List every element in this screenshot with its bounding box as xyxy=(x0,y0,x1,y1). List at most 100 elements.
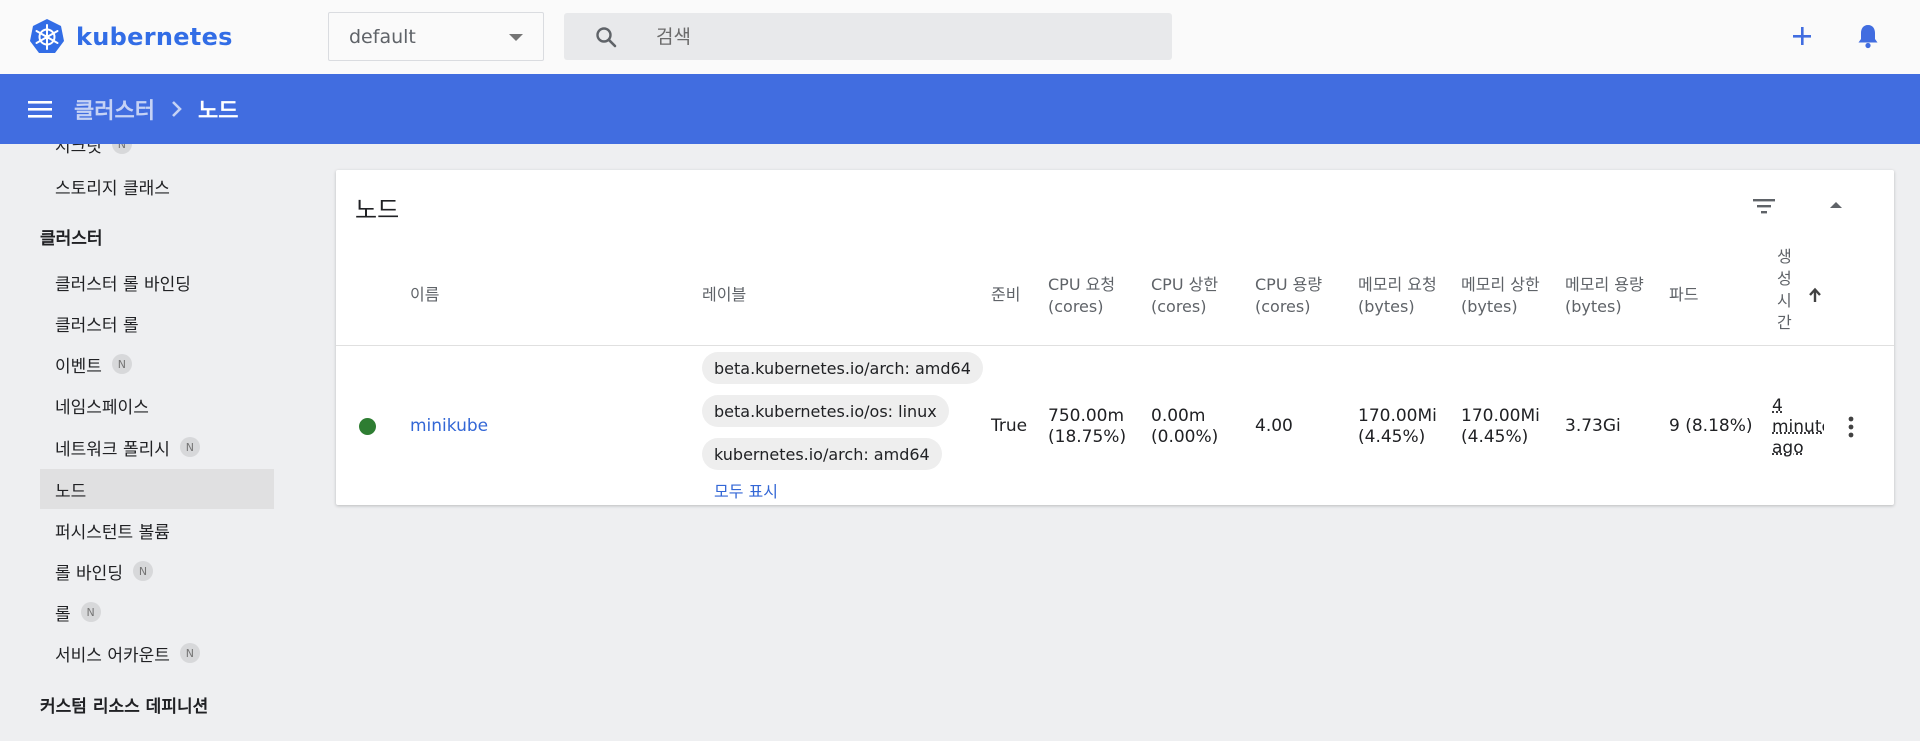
cpu-requests-value: 750.00m (18.75%) xyxy=(1048,406,1126,448)
header-line: 메모리 상한 xyxy=(1461,275,1540,294)
namespace-select[interactable]: default xyxy=(328,12,544,61)
header-line: (cores) xyxy=(1048,297,1104,316)
collapse-icon[interactable] xyxy=(1826,198,1846,212)
namespace-value: default xyxy=(349,25,416,48)
header-divider xyxy=(336,345,1894,346)
sidebar-item-persistent-volumes[interactable]: 퍼시스턴트 볼륨 xyxy=(40,510,274,550)
ready-value: True xyxy=(991,416,1028,436)
sidebar-item-label: 퍼시스턴트 볼륨 xyxy=(55,522,170,543)
header-line: 간 xyxy=(1777,313,1792,332)
sidebar-item-label: 스토리지 클래스 xyxy=(55,178,170,199)
breadcrumb-current: 노드 xyxy=(198,99,239,124)
sidebar-item-events[interactable]: 이벤트 N xyxy=(40,344,274,384)
new-badge: N xyxy=(179,437,200,457)
breadcrumb-parent[interactable]: 클러스터 xyxy=(74,93,155,125)
more-vert-icon[interactable] xyxy=(1848,416,1854,438)
label-chip: beta.kubernetes.io/os: linux xyxy=(702,395,949,427)
header-line: 성 xyxy=(1777,269,1792,288)
sidebar-item-secret[interactable]: 시크릿 N xyxy=(40,144,274,164)
sidebar-item-label: 네트워크 폴리시 xyxy=(55,439,170,460)
bell-icon xyxy=(1858,25,1878,49)
sidebar-item-label: 클러스터 롤 바인딩 xyxy=(55,274,191,295)
header-line: 메모리 요청 xyxy=(1358,275,1437,294)
column-header-created[interactable]: 생 성 시 간 xyxy=(1777,246,1792,334)
header-line: (cores) xyxy=(1151,297,1207,316)
sidebar-item-label: 서비스 어카운트 xyxy=(55,645,170,666)
search-input[interactable] xyxy=(656,21,1156,52)
column-header-cpu-limits: CPU 상한 (cores) xyxy=(1151,274,1218,318)
header-line: CPU 용량 xyxy=(1255,275,1323,294)
show-all-link[interactable]: 모두 표시 xyxy=(714,478,778,502)
column-header-cpu-requests: CPU 요청 (cores) xyxy=(1048,274,1115,318)
memory-capacity-value: 3.73Gi xyxy=(1565,416,1621,436)
sidebar-item-network-policies[interactable]: 네트워크 폴리시 N xyxy=(40,427,274,467)
sidebar-item-storage-class[interactable]: 스토리지 클래스 xyxy=(40,166,274,206)
value-line: 0.00m xyxy=(1151,406,1206,426)
sidebar-item-label: 노드 xyxy=(55,481,87,502)
label-chip: kubernetes.io/arch: amd64 xyxy=(702,438,942,470)
sidebar-item-label: 클러스터 롤 xyxy=(55,315,139,336)
value-line: (4.45%) xyxy=(1461,427,1529,447)
card-title: 노드 xyxy=(355,196,400,224)
sidebar-header-crd[interactable]: 커스텀 리소스 데피니션 xyxy=(40,692,208,717)
sidebar-item-label: 네임스페이스 xyxy=(55,397,149,418)
sidebar-item-label: 롤 바인딩 xyxy=(55,563,123,584)
node-name-link[interactable]: minikube xyxy=(410,416,488,436)
value-line: 750.00m xyxy=(1048,406,1125,426)
sidebar-item-namespaces[interactable]: 네임스페이스 xyxy=(40,385,274,425)
app-bar: 클러스터 노드 xyxy=(0,74,1920,144)
hamburger-menu-icon[interactable] xyxy=(26,96,54,122)
column-header-pods: 파드 xyxy=(1669,285,1699,304)
value-line: (0.00%) xyxy=(1151,427,1219,447)
header-line: (bytes) xyxy=(1358,297,1415,316)
header-line: (bytes) xyxy=(1461,297,1518,316)
column-header-ready: 준비 xyxy=(991,285,1021,304)
sidebar-item-nodes[interactable]: 노드 xyxy=(40,469,274,509)
nodes-card: 노드 이름 레이블 준비 CPU 요청 (cores) CPU 상한 (core… xyxy=(336,170,1894,505)
new-badge: N xyxy=(111,144,132,154)
header-line: (bytes) xyxy=(1565,297,1622,316)
notifications-button[interactable] xyxy=(1852,20,1884,52)
sidebar-item-cluster-role[interactable]: 클러스터 롤 xyxy=(40,303,274,343)
sidebar-header-cluster[interactable]: 클러스터 xyxy=(40,224,103,249)
create-button[interactable] xyxy=(1786,20,1818,52)
filter-icon[interactable] xyxy=(1750,194,1778,218)
value-line: ago xyxy=(1772,438,1804,458)
column-header-name[interactable]: 이름 xyxy=(410,284,439,306)
caret-down-icon xyxy=(509,34,523,41)
sidebar-item-service-accounts[interactable]: 서비스 어카운트 N xyxy=(40,633,274,673)
search-bar[interactable] xyxy=(564,13,1172,60)
kubernetes-logo-icon xyxy=(30,19,64,53)
sidebar-item-role-bindings[interactable]: 롤 바인딩 N xyxy=(40,551,274,591)
search-icon[interactable] xyxy=(594,25,618,49)
kubernetes-logo[interactable]: kubernetes xyxy=(28,18,233,56)
pods-value: 9 (8.18%) xyxy=(1669,416,1753,436)
column-header-labels: 레이블 xyxy=(702,285,747,304)
value-line: 170.00Mi xyxy=(1461,406,1540,426)
status-ready-icon xyxy=(359,418,376,435)
value-line: (4.45%) xyxy=(1358,427,1426,447)
sidebar-item-cluster-role-binding[interactable]: 클러스터 롤 바인딩 xyxy=(40,262,274,302)
header-line: 메모리 용량 xyxy=(1565,275,1644,294)
sidebar-item-roles[interactable]: 롤 N xyxy=(40,592,274,632)
header-line: (cores) xyxy=(1255,297,1311,316)
logo-text: kubernetes xyxy=(76,23,233,51)
value-line: (18.75%) xyxy=(1048,427,1127,447)
value-line: 170.00Mi xyxy=(1358,406,1437,426)
value-line: minute xyxy=(1772,417,1824,437)
column-header-memory-limits: 메모리 상한 (bytes) xyxy=(1461,274,1540,318)
cpu-limits-value: 0.00m (0.00%) xyxy=(1151,406,1218,448)
new-badge: N xyxy=(132,561,153,581)
sort-ascending-icon[interactable] xyxy=(1807,286,1823,304)
plus-icon xyxy=(1793,27,1811,45)
new-badge: N xyxy=(80,602,101,622)
created-age-value: 4 minute ago xyxy=(1772,396,1824,459)
column-header-memory-requests: 메모리 요청 (bytes) xyxy=(1358,274,1437,318)
sidebar-item-label: 이벤트 xyxy=(55,356,102,377)
column-header-cpu-capacity: CPU 용량 (cores) xyxy=(1255,274,1322,318)
header-line: CPU 상한 xyxy=(1151,275,1219,294)
value-line: 4 xyxy=(1772,396,1783,416)
sidebar-item-label: 롤 xyxy=(55,604,71,625)
cpu-capacity-value: 4.00 xyxy=(1255,416,1293,436)
header-line: 시 xyxy=(1777,291,1792,310)
